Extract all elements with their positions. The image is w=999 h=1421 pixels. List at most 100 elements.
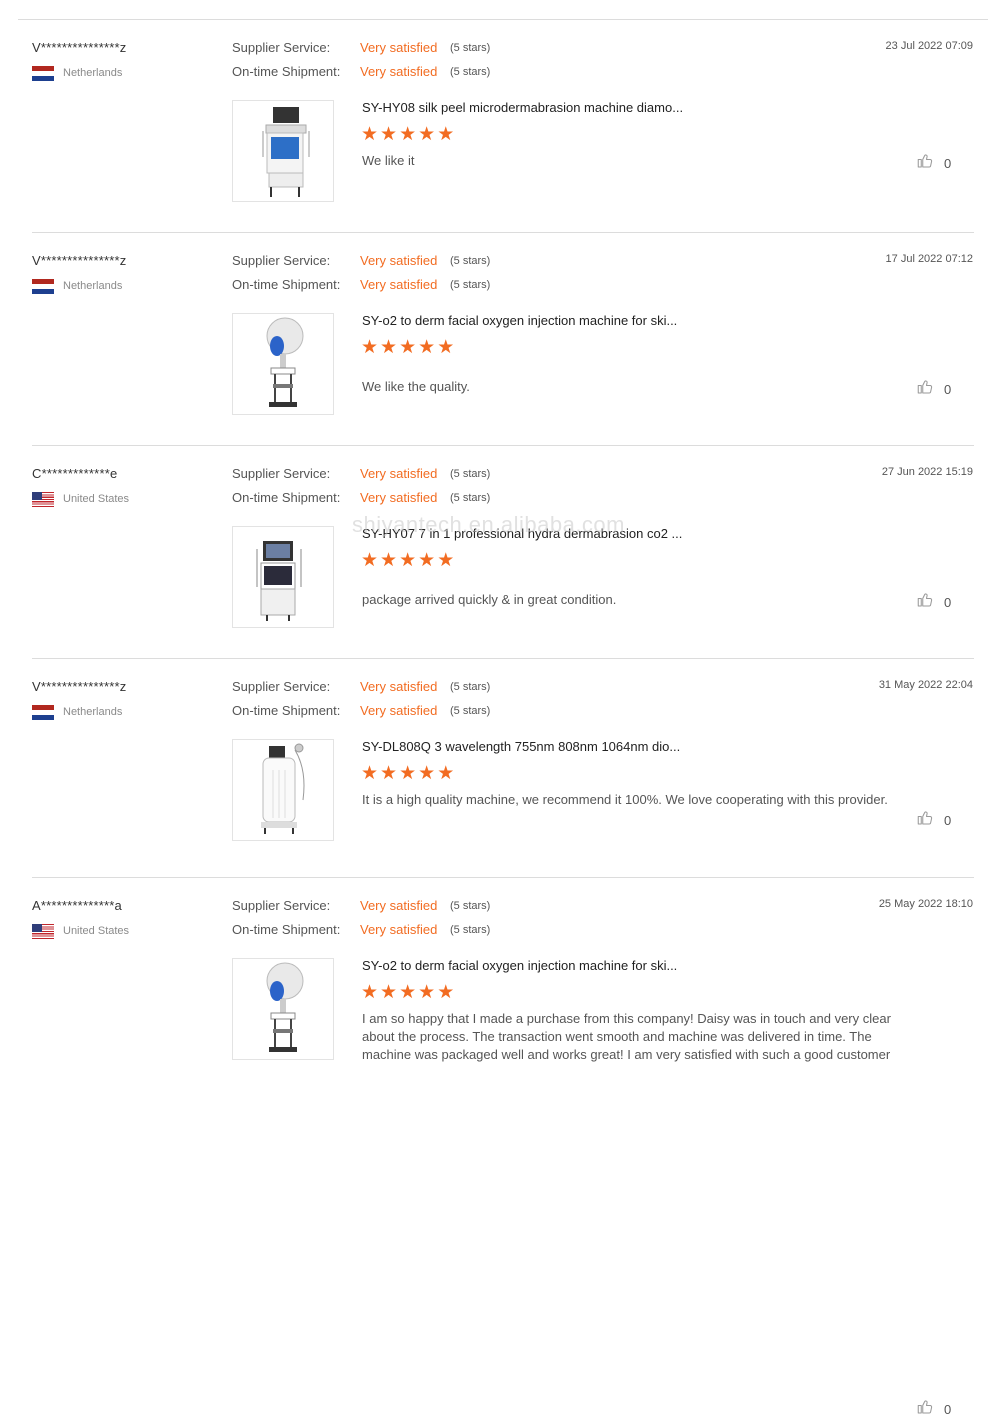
netherlands-flag-icon	[32, 65, 54, 81]
supplier-service-stars: (5 stars)	[450, 42, 491, 54]
review-date: 31 May 2022 22:04	[878, 679, 973, 691]
star-icon: ★	[437, 763, 455, 784]
supplier-service-stars: (5 stars)	[450, 255, 491, 267]
product-image[interactable]	[232, 739, 334, 841]
buyer-name: V***************z	[32, 679, 127, 694]
netherlands-flag-icon	[32, 278, 54, 294]
supplier-service-rating: Very satisfied	[360, 253, 438, 268]
country-name: Netherlands	[63, 706, 123, 718]
review-divider	[32, 658, 974, 659]
supplier-service-label: Supplier Service:	[232, 253, 331, 268]
country-name: Netherlands	[63, 280, 123, 292]
buyer-country: Netherlands	[32, 65, 122, 81]
like-button[interactable]: 0	[916, 152, 951, 175]
star-icon: ★	[399, 124, 417, 145]
product-star-rating: ★ ★ ★ ★ ★	[361, 764, 454, 783]
product-title-link[interactable]: SY-DL808Q 3 wavelength 755nm 808nm 1064n…	[362, 739, 680, 754]
star-icon: ★	[437, 550, 455, 571]
product-image[interactable]	[232, 313, 334, 415]
review-comment: We like the quality.	[362, 379, 470, 394]
buyer-country: Netherlands	[32, 278, 122, 294]
product-image[interactable]	[232, 958, 334, 1060]
supplier-service-label: Supplier Service:	[232, 40, 331, 55]
supplier-service-stars: (5 stars)	[450, 900, 491, 912]
united-states-flag-icon	[32, 923, 54, 939]
like-button[interactable]: 0	[916, 378, 951, 401]
star-icon: ★	[418, 337, 436, 358]
star-icon: ★	[418, 124, 436, 145]
supplier-service-label: Supplier Service:	[232, 466, 331, 481]
on-time-shipment-rating: Very satisfied	[360, 490, 438, 505]
on-time-shipment-rating: Very satisfied	[360, 922, 438, 937]
buyer-name: V***************z	[32, 253, 127, 268]
star-icon: ★	[399, 982, 417, 1003]
star-icon: ★	[437, 124, 455, 145]
netherlands-flag-icon	[32, 704, 54, 720]
product-image[interactable]	[232, 526, 334, 628]
buyer-name: A**************a	[32, 898, 122, 913]
supplier-service-rating: Very satisfied	[360, 679, 438, 694]
star-icon: ★	[437, 982, 455, 1003]
on-time-shipment-label: On-time Shipment:	[232, 703, 341, 718]
thumbs-up-icon	[916, 591, 934, 614]
like-count: 0	[944, 813, 952, 828]
product-title-link[interactable]: SY-o2 to derm facial oxygen injection ma…	[362, 313, 677, 328]
star-icon: ★	[361, 550, 379, 571]
supplier-service-stars: (5 stars)	[450, 681, 491, 693]
product-title-link[interactable]: SY-o2 to derm facial oxygen injection ma…	[362, 958, 677, 973]
review-date: 17 Jul 2022 07:12	[885, 253, 973, 265]
star-icon: ★	[380, 337, 398, 358]
buyer-name: V***************z	[32, 40, 127, 55]
like-count: 0	[944, 156, 952, 171]
star-icon: ★	[380, 763, 398, 784]
star-icon: ★	[361, 982, 379, 1003]
product-title-link[interactable]: SY-HY07 7 in 1 professional hydra dermab…	[362, 526, 682, 541]
supplier-service-rating: Very satisfied	[360, 40, 438, 55]
on-time-shipment-stars: (5 stars)	[450, 66, 491, 78]
review-divider	[32, 232, 974, 233]
star-icon: ★	[361, 337, 379, 358]
star-icon: ★	[361, 763, 379, 784]
buyer-country: Netherlands	[32, 704, 122, 720]
product-title-link[interactable]: SY-HY08 silk peel microdermabrasion mach…	[362, 100, 683, 115]
top-divider	[18, 19, 988, 20]
product-image-graphic	[261, 743, 305, 834]
on-time-shipment-rating: Very satisfied	[360, 703, 438, 718]
star-icon: ★	[399, 337, 417, 358]
like-count: 0	[944, 595, 952, 610]
like-button[interactable]: 0	[916, 1398, 951, 1421]
supplier-service-stars: (5 stars)	[450, 468, 491, 480]
on-time-shipment-stars: (5 stars)	[450, 924, 491, 936]
country-name: Netherlands	[63, 67, 123, 79]
review-comment: I am so happy that I made a purchase fro…	[362, 1011, 891, 1062]
review-date: 27 Jun 2022 15:19	[881, 466, 973, 478]
star-icon: ★	[380, 124, 398, 145]
product-image[interactable]	[232, 100, 334, 202]
product-star-rating: ★ ★ ★ ★ ★	[361, 125, 454, 144]
thumbs-up-icon	[916, 152, 934, 175]
country-name: United States	[63, 925, 130, 937]
on-time-shipment-label: On-time Shipment:	[232, 277, 341, 292]
review-divider	[32, 877, 974, 878]
review-divider	[32, 445, 974, 446]
star-icon: ★	[437, 337, 455, 358]
on-time-shipment-label: On-time Shipment:	[232, 64, 341, 79]
review-comment: It is a high quality machine, we recomme…	[362, 792, 888, 807]
product-star-rating: ★ ★ ★ ★ ★	[361, 983, 454, 1002]
thumbs-up-icon	[916, 378, 934, 401]
supplier-service-label: Supplier Service:	[232, 898, 331, 913]
buyer-country: United States	[32, 923, 129, 939]
product-image-graphic	[262, 107, 310, 197]
star-icon: ★	[418, 550, 436, 571]
thumbs-up-icon	[916, 809, 934, 832]
thumbs-up-icon	[916, 1398, 934, 1421]
on-time-shipment-rating: Very satisfied	[360, 64, 438, 79]
like-button[interactable]: 0	[916, 591, 951, 614]
star-icon: ★	[418, 763, 436, 784]
review-comment: We like it	[362, 153, 415, 168]
country-name: United States	[63, 493, 130, 505]
like-count: 0	[944, 382, 952, 397]
supplier-service-label: Supplier Service:	[232, 679, 331, 694]
on-time-shipment-stars: (5 stars)	[450, 705, 491, 717]
like-button[interactable]: 0	[916, 809, 951, 832]
